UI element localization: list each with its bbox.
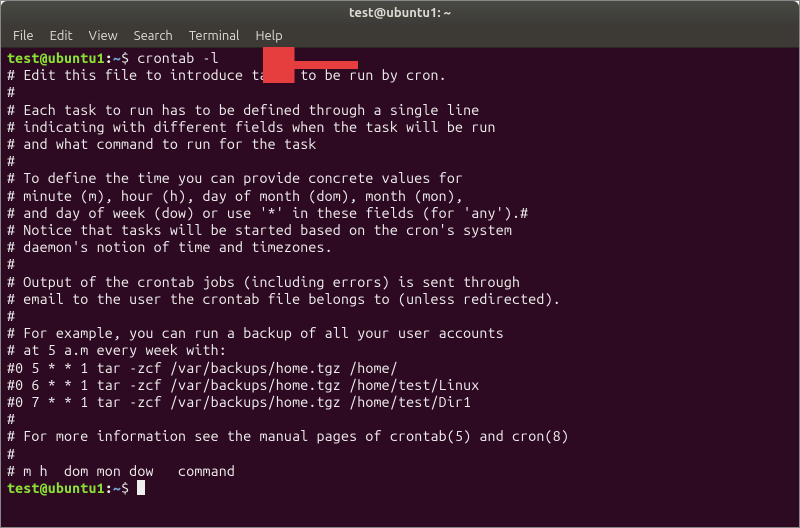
output-line: # Notice that tasks will be started base… bbox=[7, 222, 512, 238]
menu-view[interactable]: View bbox=[81, 26, 126, 46]
prompt-colon: : bbox=[105, 50, 113, 66]
output-line: # For example, you can run a backup of a… bbox=[7, 325, 504, 341]
output-line: # email to the user the crontab file bel… bbox=[7, 291, 561, 307]
menu-help[interactable]: Help bbox=[247, 26, 290, 46]
menu-terminal[interactable]: Terminal bbox=[181, 26, 248, 46]
prompt-user-host: test@ubuntu1 bbox=[7, 480, 105, 496]
prompt-path: ~ bbox=[113, 480, 121, 496]
output-line: #0 5 * * 1 tar -zcf /var/backups/home.tg… bbox=[7, 360, 398, 376]
output-line: # at 5 a.m every week with: bbox=[7, 342, 227, 358]
output-line: # m h dom mon dow command bbox=[7, 463, 235, 479]
output-line: # To define the time you can provide con… bbox=[7, 170, 463, 186]
window-titlebar: test@ubuntu1: ~ bbox=[1, 1, 799, 25]
output-line: # Each task to run has to be defined thr… bbox=[7, 102, 479, 118]
output-line: #0 7 * * 1 tar -zcf /var/backups/home.tg… bbox=[7, 394, 471, 410]
menu-edit[interactable]: Edit bbox=[42, 26, 81, 46]
output-line: # bbox=[7, 446, 15, 462]
output-line: # bbox=[7, 256, 15, 272]
output-line: # minute (m), hour (h), day of month (do… bbox=[7, 188, 463, 204]
prompt-path: ~ bbox=[113, 50, 121, 66]
terminal-area[interactable]: test@ubuntu1:~$ crontab -l # Edit this f… bbox=[1, 48, 799, 527]
prompt-colon: : bbox=[105, 480, 113, 496]
output-line: # bbox=[7, 308, 15, 324]
output-line: # bbox=[7, 411, 15, 427]
output-line: # indicating with different fields when … bbox=[7, 119, 496, 135]
output-line: #0 6 * * 1 tar -zcf /var/backups/home.tg… bbox=[7, 377, 479, 393]
output-line: # Edit this file to introduce tasks to b… bbox=[7, 67, 447, 83]
menu-search[interactable]: Search bbox=[126, 26, 181, 46]
prompt-symbol: $ bbox=[121, 480, 129, 496]
output-line: # daemon's notion of time and timezones. bbox=[7, 239, 333, 255]
window-title: test@ubuntu1: ~ bbox=[349, 6, 451, 20]
output-line: # For more information see the manual pa… bbox=[7, 428, 569, 444]
prompt-symbol: $ bbox=[121, 50, 129, 66]
output-line: # bbox=[7, 153, 15, 169]
prompt-user-host: test@ubuntu1 bbox=[7, 50, 105, 66]
menubar: File Edit View Search Terminal Help bbox=[1, 25, 799, 48]
output-line: # and day of week (dow) or use '*' in th… bbox=[7, 205, 528, 221]
output-line: # and what command to run for the task bbox=[7, 136, 317, 152]
output-line: # bbox=[7, 84, 15, 100]
output-line: # Output of the crontab jobs (including … bbox=[7, 274, 520, 290]
menu-file[interactable]: File bbox=[5, 26, 42, 46]
command-text: crontab -l bbox=[137, 50, 218, 66]
terminal-cursor bbox=[137, 480, 145, 495]
